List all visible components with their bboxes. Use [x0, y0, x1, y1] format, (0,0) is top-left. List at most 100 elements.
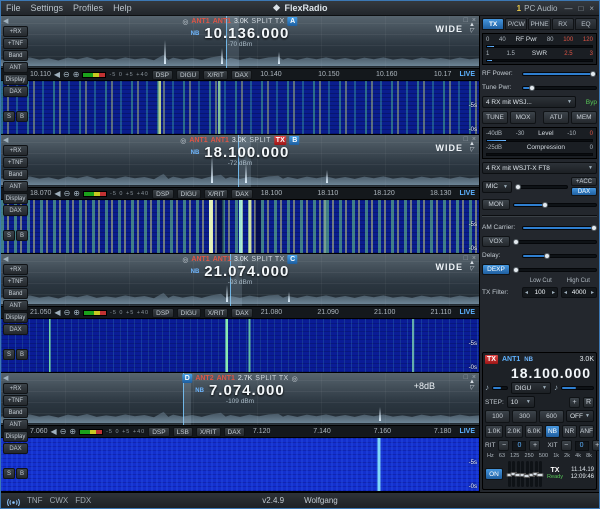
xit-plus-button[interactable]: +	[591, 440, 599, 451]
down-arrow-icon[interactable]: ▽	[469, 266, 475, 272]
pc-audio-status[interactable]: 1 PC Audio	[517, 4, 558, 13]
tx-profile-dropdown[interactable]: 4 RX mit WSJ... ▼	[482, 96, 576, 108]
close-icon[interactable]: ×	[589, 4, 594, 13]
fdx-button[interactable]: FDX	[75, 496, 91, 505]
dax-tx-button[interactable]: DAX	[571, 187, 597, 196]
mon-button[interactable]: MON	[482, 199, 510, 210]
ant-button[interactable]: ANT	[3, 62, 28, 73]
dax-button[interactable]: DAX	[231, 307, 253, 318]
mic-gain-slider[interactable]	[514, 183, 568, 190]
monitor-slider[interactable]	[513, 201, 597, 208]
mode-dropdown[interactable]: DIGU ▼	[511, 382, 551, 394]
spectrum-a[interactable]: ◎ ANT1 ANT1 3.0K SPLIT TX A NB 10.136.00…	[1, 16, 479, 68]
high-cut-stepper[interactable]: ◂ 4000 ▸	[561, 287, 597, 298]
zoom-out-icon[interactable]: ⊖	[63, 70, 70, 79]
rit-plus-button[interactable]: +	[529, 440, 541, 451]
spectrum-d[interactable]: D ANT2 ANT1 2.7K SPLIT TX ◎ NB 7.074.000…	[1, 373, 479, 425]
waterfall-b[interactable]: -5s -0s	[1, 200, 479, 253]
tx-antenna-label[interactable]: ANT1	[211, 137, 229, 144]
mem-button[interactable]: MEM	[571, 111, 597, 124]
nb-indicator[interactable]: NB	[191, 269, 200, 275]
dax-button[interactable]: DAX	[3, 324, 28, 335]
zoom-in-icon[interactable]: ⊕	[69, 427, 76, 436]
tune-power-slider[interactable]	[522, 84, 597, 91]
slice-letter-badge[interactable]: D	[182, 374, 193, 383]
nb-indicator[interactable]: NB	[191, 31, 200, 37]
display-button[interactable]: Display	[3, 193, 28, 204]
filter-2k-button[interactable]: 2.0K	[505, 425, 523, 438]
waterfall-a[interactable]: -5s -0s	[1, 81, 479, 134]
collapse-arrow-icon[interactable]: ◀	[3, 137, 28, 144]
zoom-in-icon[interactable]: ⊕	[73, 189, 80, 198]
xrit-button[interactable]: X/RIT	[203, 307, 229, 318]
panel-maximize-icon[interactable]: □	[464, 136, 468, 143]
frequency-display[interactable]: 18.100.000	[204, 145, 289, 160]
xrit-button[interactable]: X/RIT	[203, 188, 229, 199]
pan-left-icon[interactable]: ◀	[54, 189, 60, 198]
band-button[interactable]: Band	[3, 407, 28, 418]
waterfall-c[interactable]: -5s -0s	[1, 319, 479, 372]
antenna-label[interactable]: ANT1	[502, 356, 520, 363]
b-button[interactable]: B	[16, 230, 28, 241]
collapse-arrow-icon[interactable]: ◀	[3, 375, 28, 382]
s-meter-button[interactable]: S	[3, 111, 15, 122]
mode-button[interactable]: DIGU	[175, 69, 201, 80]
mode-button[interactable]: DIGU	[176, 188, 201, 199]
filter-6k-button[interactable]: 6.0K	[525, 425, 543, 438]
s-meter-button[interactable]: S	[3, 230, 15, 241]
filter-600-button[interactable]: 600	[539, 410, 564, 423]
menu-file[interactable]: File	[6, 3, 21, 13]
collapse-arrow-icon[interactable]: ◀	[3, 18, 28, 25]
dax-button[interactable]: DAX	[3, 205, 28, 216]
frequency-display[interactable]: 10.136.000	[204, 26, 289, 41]
eq-on-button[interactable]: ON	[485, 468, 503, 480]
acc-button[interactable]: +ACC	[571, 177, 597, 186]
down-arrow-icon[interactable]: ▽	[469, 385, 475, 391]
tab-tx[interactable]: TX	[482, 18, 505, 30]
apf-dropdown[interactable]: OFF ▼	[566, 410, 594, 422]
mic-source-dropdown[interactable]: MIC ▼	[482, 180, 512, 193]
vox-slider[interactable]	[513, 238, 597, 245]
add-tnf-button[interactable]: +TNF	[3, 276, 28, 287]
band-button[interactable]: Band	[3, 169, 28, 180]
frequency-display[interactable]: 7.074.000	[209, 383, 285, 398]
ant-button[interactable]: ANT	[3, 181, 28, 192]
wide-button[interactable]: WIDE	[436, 143, 464, 153]
spectrum-c[interactable]: ◎ ANT1 ANT1 3.0K SPLIT TX C NB 21.074.00…	[1, 254, 479, 306]
ant-button[interactable]: ANT	[3, 300, 28, 311]
dax-button[interactable]: DAX	[230, 69, 253, 80]
dsp-button[interactable]: DSP	[151, 69, 173, 80]
nb-indicator[interactable]: NB	[524, 357, 533, 363]
speaker-icon[interactable]: ♪	[485, 384, 489, 392]
zoom-out-icon[interactable]: ⊖	[60, 427, 67, 436]
filter-1k-button[interactable]: 1.0K	[485, 425, 503, 438]
step-dropdown[interactable]: 10 ▼	[506, 396, 535, 408]
filter-width-label[interactable]: 3.0K	[234, 18, 248, 25]
filter-width-label[interactable]: 2.7K	[238, 375, 252, 382]
nb-indicator[interactable]: NB	[191, 150, 200, 156]
af-gain-slider[interactable]	[492, 386, 508, 390]
panel-close-icon[interactable]: ×	[472, 17, 476, 24]
zoom-in-icon[interactable]: ⊕	[73, 308, 80, 317]
nr-button[interactable]: NR	[562, 425, 577, 438]
band-button[interactable]: Band	[3, 288, 28, 299]
rx-antenna-label[interactable]: ANT1	[191, 18, 209, 25]
panel-close-icon[interactable]: ×	[472, 136, 476, 143]
mic-profile-dropdown[interactable]: 4 RX mit WSJT-X FT8 ▼	[482, 162, 597, 174]
add-tnf-button[interactable]: +TNF	[3, 38, 28, 49]
down-arrow-icon[interactable]: ▽	[469, 28, 475, 34]
dsp-button[interactable]: DSP	[152, 188, 174, 199]
display-button[interactable]: Display	[3, 312, 28, 323]
step-right-icon[interactable]: ▸	[591, 289, 594, 296]
atu-button[interactable]: ATU	[543, 111, 569, 124]
headphone-icon[interactable]: ♪	[554, 384, 558, 392]
minimize-icon[interactable]: —	[564, 4, 572, 13]
dax-button[interactable]: DAX	[231, 188, 253, 199]
down-arrow-icon[interactable]: ▽	[469, 147, 475, 153]
zoom-out-icon[interactable]: ⊖	[64, 308, 71, 317]
step-left-icon[interactable]: ◂	[525, 289, 528, 296]
filter-width-label[interactable]: 3.0K	[234, 256, 248, 263]
slice-flag-b[interactable]: ◎ ANT1 ANT1 3.0K SPLIT TX B NB 18.100.00…	[180, 136, 300, 167]
menu-profiles[interactable]: Profiles	[73, 3, 103, 13]
b-button[interactable]: B	[16, 468, 28, 479]
